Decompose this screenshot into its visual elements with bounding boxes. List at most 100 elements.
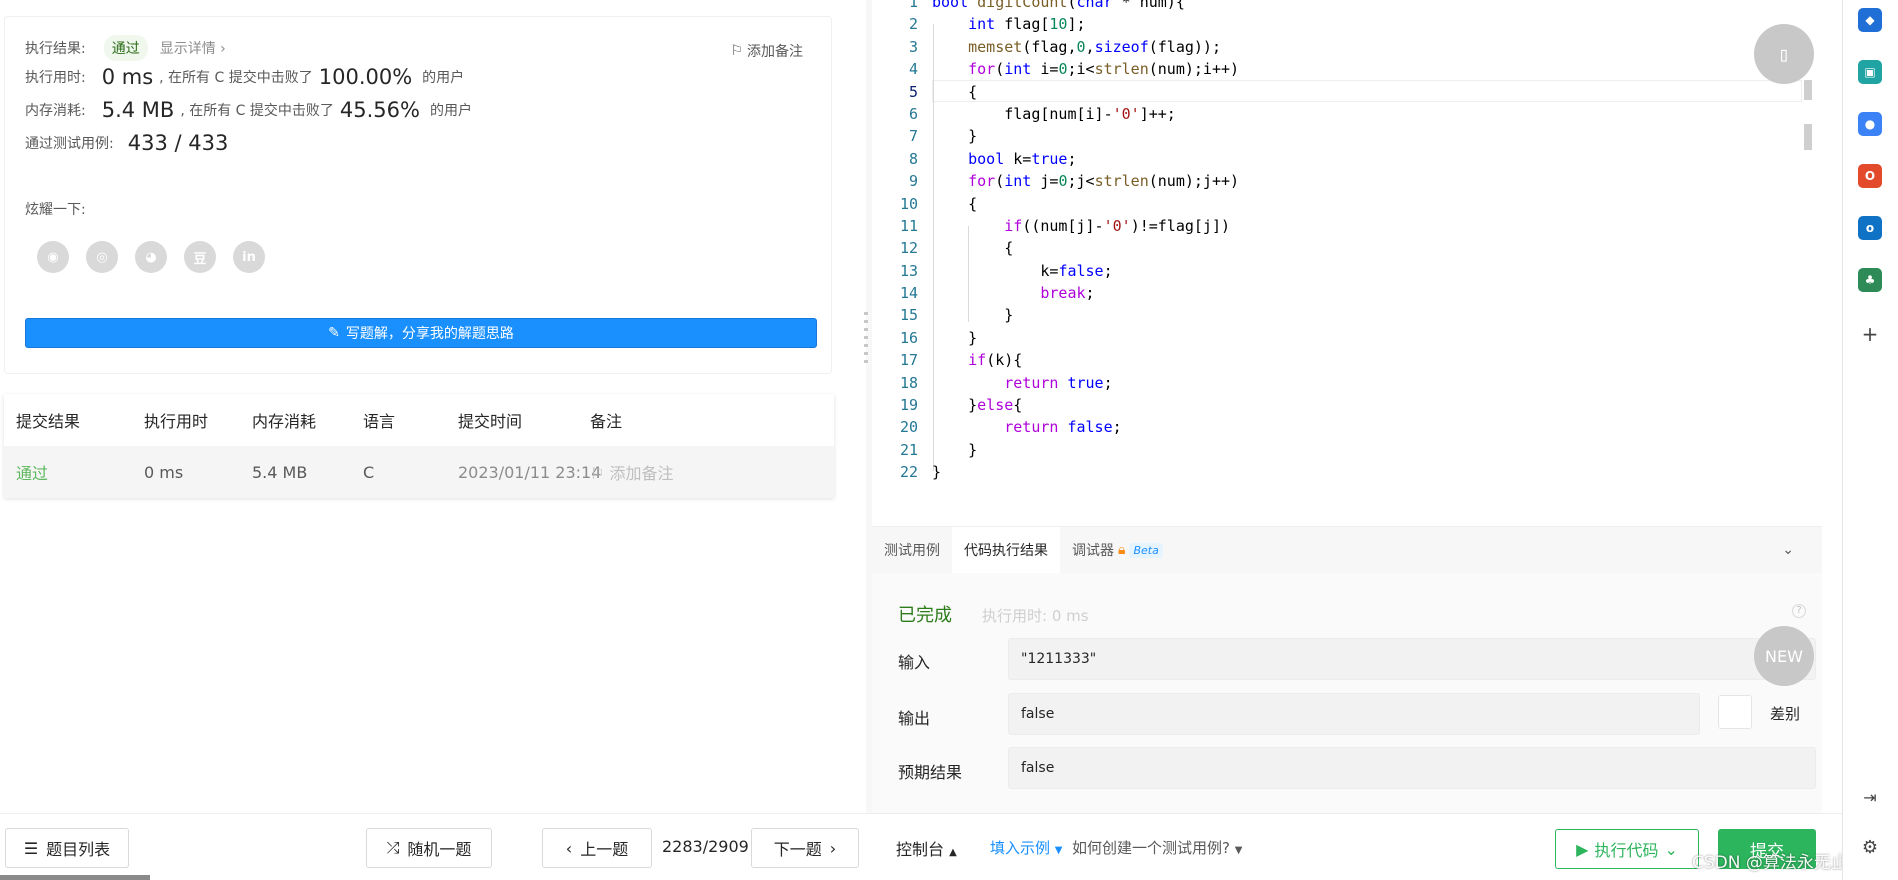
new-badge-label: NEW [1765,646,1803,666]
add-note-button[interactable]: ⚐ 添加备注 [730,41,803,61]
line-number: 4 [908,60,918,79]
console-toggle-label: 控制台 [896,840,945,859]
pencil-icon: ✎ [328,325,340,341]
chevron-right-icon: › [829,838,837,858]
line-number: 6 [908,104,918,123]
line-number: 15 [899,306,918,325]
new-feature-button[interactable]: NEW [1754,626,1814,686]
wechat-icon[interactable]: ◉ [37,241,69,273]
add-note-label: 添加备注 [747,44,803,60]
runtime-value: 0 ms [101,65,154,89]
tab-run-result[interactable]: 代码执行结果 [952,527,1060,573]
fill-example-label: 填入示例 [990,839,1051,857]
collapse-chevron-icon[interactable]: ⌄ [1782,542,1794,558]
next-problem-button[interactable]: 下一题 › [751,828,859,868]
row-add-note-label: 添加备注 [609,464,674,483]
exit-panel-icon[interactable]: ⇥ [1858,786,1882,810]
problem-list-button[interactable]: ☰ 题目列表 [5,828,129,868]
diff-checkbox[interactable] [1718,695,1752,729]
console-toggle-button[interactable]: 控制台 ▲ [896,836,957,860]
memory-value: 5.4 MB [101,98,175,122]
chevron-left-icon: ‹ [565,838,573,858]
console-panel: 测试用例 代码执行结果 调试器 🔒︎ Beta ⌄ 已完成 执行用时: 0 ms… [872,526,1822,813]
line-number: 13 [899,261,918,280]
line-number: 9 [908,172,918,191]
settings-icon[interactable]: ⚙ [1858,836,1882,860]
column-header: 执行用时 [144,412,209,431]
code-editor[interactable]: 1 2 3 4 5 6 7 8 9 10 11 12 13 14 15 16 17 18 19 20 21 22 bool… [872,0,1822,526]
tab-debugger[interactable]: 调试器 🔒︎ Beta [1060,527,1175,573]
shuffle-icon: ⤮ [386,838,400,857]
people-icon[interactable]: ● [1858,112,1882,136]
douban-icon[interactable]: 豆 [184,241,216,273]
bookmark-button[interactable]: ▯ [1754,24,1814,84]
memory-beat-text: , 在所有 C 提交中击败了 [180,103,334,119]
beta-badge: Beta [1129,542,1163,558]
runtime-beat-text: , 在所有 C 提交中击败了 [159,70,313,86]
bookmark-icon: ▯ [1777,42,1791,66]
tree-icon[interactable]: ♣ [1858,268,1882,292]
column-header: 内存消耗 [252,412,317,431]
play-icon: ▶ [1576,839,1589,859]
show-details-link[interactable]: 显示详情 › [160,38,226,58]
write-solution-label: 写题解，分享我的解题思路 [345,326,514,342]
row-status[interactable]: 通过 [16,460,48,484]
run-code-label: 执行代码 [1594,841,1659,860]
random-problem-button[interactable]: ⤮ 随机一题 [366,828,492,868]
output-label: 输出 [898,709,931,728]
linkedin-icon[interactable]: in [233,241,265,273]
prev-problem-button[interactable]: ‹ 上一题 [542,828,652,868]
tab-testcases[interactable]: 测试用例 [872,527,952,573]
tag-icon[interactable]: ◆ [1858,8,1882,32]
line-number: 22 [899,463,918,482]
weibo-icon[interactable]: ◎ [86,241,118,273]
line-number: 12 [899,239,918,258]
runtime-users-suffix: 的用户 [422,70,465,86]
line-number: 7 [908,127,918,146]
page-scrollbar[interactable] [0,875,150,880]
share-icons: ◉ ◎ ◕ 豆 in [37,241,265,273]
input-value[interactable]: "1211333" [1008,638,1816,680]
row-add-note[interactable]: ⚐ 添加备注 [590,460,673,484]
column-header: 语言 [363,412,396,431]
testcases-value: 433 / 433 [127,131,229,155]
editor-scrollbar[interactable] [1804,80,1812,150]
tab-debugger-label: 调试器 [1072,543,1114,559]
csdn-watermark: CSDN @算法永无止境 [1692,853,1865,873]
add-icon[interactable]: + [1858,322,1882,346]
share-row: 炫耀一下: [25,199,86,219]
how-to-testcase-link[interactable]: 如何创建一个测试用例? ▼ [1072,837,1242,858]
testcases-label: 通过测试用例: [25,136,114,152]
table-row[interactable]: 通过 0 ms 5.4 MB C 2023/01/11 23:14 ⚐ 添加备注 [4,446,834,498]
tab-testcases-label: 测试用例 [884,543,940,559]
exec-result-row: 执行结果: 通过 显示详情 › [25,35,226,61]
line-number: 21 [899,440,918,459]
column-header: 备注 [590,412,623,431]
briefcase-icon[interactable]: ▣ [1858,60,1882,84]
line-number: 1 [908,0,918,11]
qq-icon[interactable]: ◕ [135,241,167,273]
fill-example-button[interactable]: 填入示例 ▼ [990,837,1063,858]
office-icon[interactable]: O [1858,164,1882,188]
row-submitted: 2023/01/11 23:14 [458,462,602,482]
flag-icon: ⚐ [590,464,610,483]
outlook-icon[interactable]: o [1858,216,1882,240]
code-text[interactable]: bool digitCount(char * num){ int flag[10… [932,0,1802,484]
memory-users-suffix: 的用户 [429,103,472,119]
write-solution-button[interactable]: ✎ 写题解，分享我的解题思路 [25,318,817,348]
drag-handle-icon[interactable] [864,312,868,368]
testcases-row: 通过测试用例: 433 / 433 [25,131,234,155]
line-number: 5 [908,82,918,101]
line-number: 17 [899,351,918,370]
how-to-label: 如何创建一个测试用例? [1072,839,1230,857]
chevron-down-icon: ⌄ [1664,839,1678,859]
runtime-row: 执行用时: 0 ms , 在所有 C 提交中击败了 100.00% 的用户 [25,65,464,89]
line-number: 10 [899,194,918,213]
expected-label: 预期结果 [898,763,963,782]
run-status: 已完成 [898,605,952,626]
run-code-button[interactable]: ▶ 执行代码 ⌄ [1555,829,1699,869]
tab-run-result-label: 代码执行结果 [964,543,1048,559]
line-number: 16 [899,328,918,347]
help-icon[interactable]: ? [1792,604,1806,618]
row-memory: 5.4 MB [252,462,308,482]
